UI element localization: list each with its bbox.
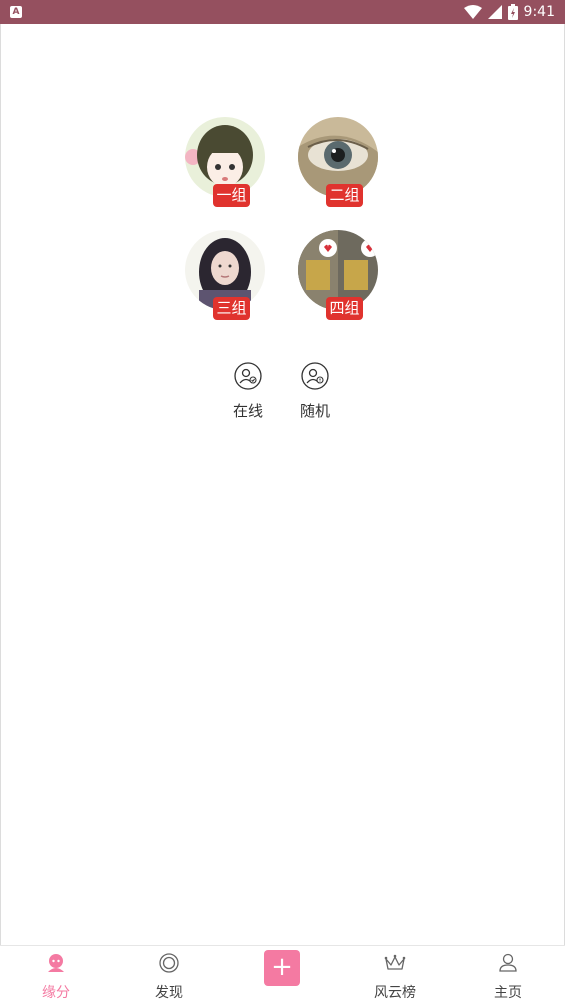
group-badge: 一组 [213, 184, 250, 207]
user-random-icon [301, 362, 329, 390]
tab-ranking[interactable]: 风云榜 [355, 946, 435, 1006]
discover-icon [159, 953, 179, 973]
tab-label: 缘分 [42, 985, 70, 1001]
crown-icon [384, 954, 406, 970]
mode-label: 在线 [232, 402, 263, 420]
tab-label: 风云榜 [374, 985, 416, 1001]
bottom-tab-bar: 缘分 发现 + 风云榜 主页 [0, 945, 565, 1005]
battery-icon [507, 4, 518, 20]
random-button[interactable]: 随机 [293, 362, 337, 421]
online-button[interactable]: 在线 [226, 362, 270, 421]
tab-profile[interactable]: 主页 [468, 946, 548, 1006]
status-bar: A 9:41 [0, 0, 565, 24]
group-one[interactable]: 一组 [185, 117, 265, 211]
tab-label: 发现 [155, 985, 183, 1001]
signal-icon [487, 5, 502, 19]
group-badge: 四组 [326, 297, 363, 320]
mode-label: 随机 [299, 402, 330, 420]
group-two[interactable]: 二组 [298, 117, 378, 211]
left-frame-edge [0, 24, 1, 1004]
status-time: 9:41 [523, 4, 555, 20]
group-three[interactable]: 三组 [185, 230, 265, 324]
match-icon [48, 954, 64, 972]
tab-match[interactable]: 缘分 [16, 946, 96, 1006]
tab-label: 主页 [494, 985, 522, 1001]
wifi-icon [463, 5, 482, 19]
group-badge: 三组 [213, 297, 250, 320]
tab-discover[interactable]: 发现 [129, 946, 209, 1006]
profile-icon [499, 953, 517, 972]
user-online-icon [234, 362, 262, 390]
add-post-button[interactable]: + [264, 950, 300, 986]
status-indicators: 9:41 [463, 0, 555, 24]
group-four[interactable]: 四组 [298, 230, 378, 324]
group-badge: 二组 [326, 184, 363, 207]
app-notification-icon: A [10, 6, 22, 18]
